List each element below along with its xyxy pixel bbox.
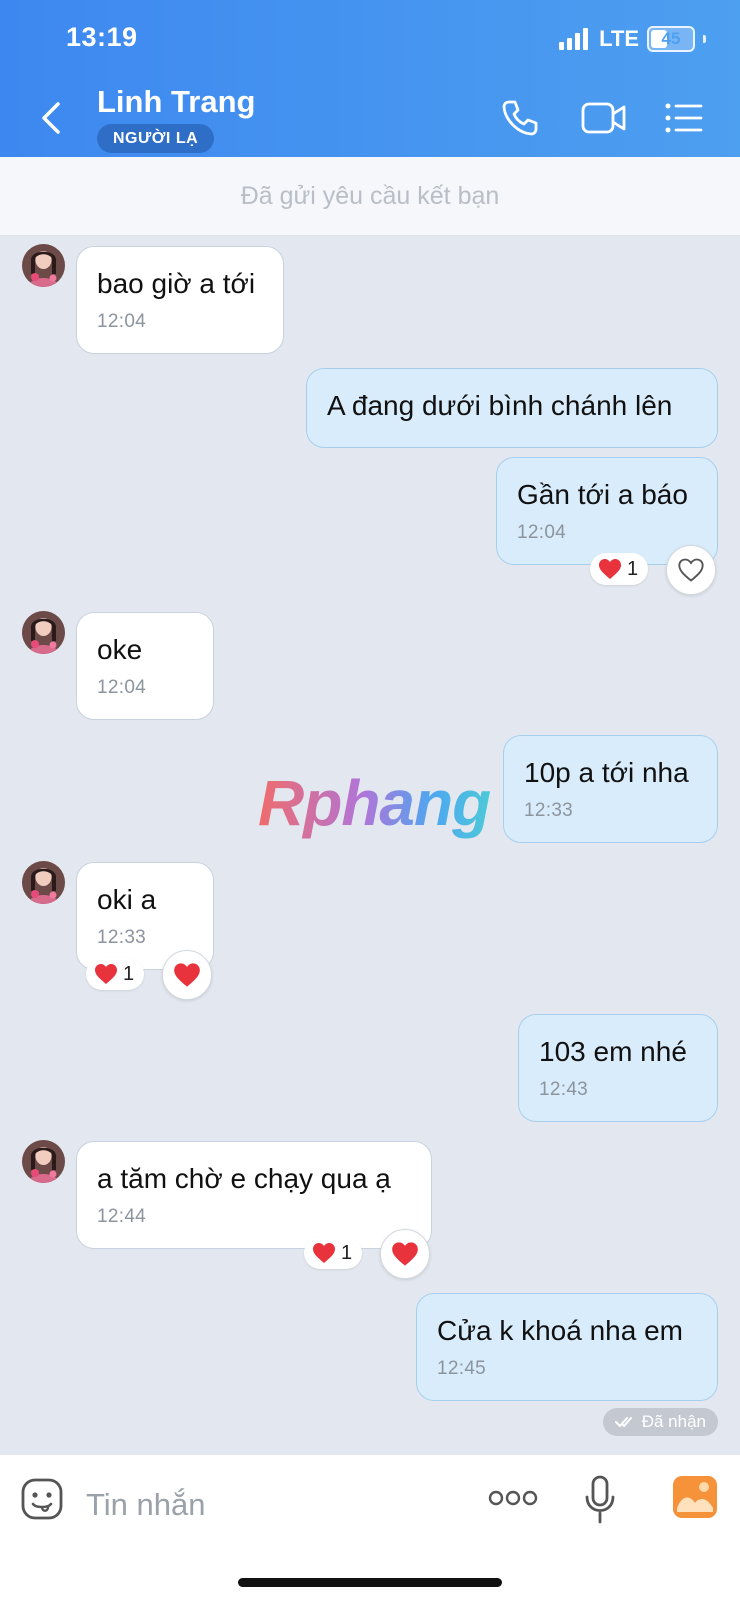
microphone-icon[interactable]: [584, 1475, 616, 1525]
message-bubble-outgoing[interactable]: A đang dưới bình chánh lên: [306, 368, 718, 448]
heart-icon: [94, 963, 118, 985]
message-time: 12:45: [437, 1358, 487, 1379]
battery-icon: 45: [647, 26, 695, 52]
message-text: oki a: [97, 884, 157, 915]
message-bubble-outgoing[interactable]: 103 em nhé 12:43: [518, 1014, 718, 1122]
react-button[interactable]: [666, 545, 716, 595]
heart-icon: [598, 558, 622, 580]
delivery-status: Đã nhận: [602, 1408, 718, 1436]
message-time: 12:04: [97, 311, 147, 332]
network-type: LTE: [599, 26, 639, 51]
message-bubble-incoming[interactable]: oke 12:04: [76, 612, 214, 720]
phone-icon[interactable]: [498, 96, 542, 140]
contact-avatar[interactable]: [22, 861, 65, 904]
reaction-summary[interactable]: 1: [304, 1237, 363, 1269]
heart-icon: [312, 1242, 336, 1264]
message-text: bao giờ a tới: [97, 268, 256, 299]
stranger-badge: NGƯỜI LẠ: [97, 124, 215, 153]
double-check-icon: [614, 1417, 632, 1427]
home-indicator: [238, 1578, 502, 1587]
message-time: 12:43: [539, 1079, 589, 1100]
heart-icon: [391, 1241, 419, 1267]
sticker-icon[interactable]: [20, 1477, 64, 1521]
react-button[interactable]: [380, 1229, 430, 1279]
message-text: 103 em nhé: [539, 1036, 687, 1067]
message-text: a tăm chờ e chạy qua ạ: [97, 1163, 391, 1194]
reaction-count: 1: [627, 557, 639, 580]
signal-icon: [559, 28, 589, 50]
message-time: 12:33: [97, 927, 147, 948]
reaction-summary[interactable]: 1: [590, 553, 649, 585]
contact-avatar[interactable]: [22, 611, 65, 654]
message-text: A đang dưới bình chánh lên: [327, 390, 673, 421]
contact-avatar[interactable]: [22, 1140, 65, 1183]
reaction-summary[interactable]: 1: [86, 958, 145, 990]
watermark: Rphang: [258, 767, 491, 839]
message-input[interactable]: [84, 1479, 448, 1531]
menu-list-icon[interactable]: [664, 96, 704, 140]
reaction-count: 1: [123, 962, 135, 985]
battery-nub: [703, 35, 706, 43]
contact-avatar[interactable]: [22, 244, 65, 287]
message-bubble-outgoing[interactable]: Cửa k khoá nha em 12:45: [416, 1293, 718, 1401]
back-icon[interactable]: [34, 96, 68, 140]
video-call-icon[interactable]: [580, 96, 628, 140]
heart-icon: [173, 962, 201, 988]
heart-outline-icon: [678, 558, 704, 582]
react-button[interactable]: [162, 950, 212, 1000]
message-bubble-outgoing[interactable]: 10p a tới nha 12:33: [503, 735, 718, 843]
status-time: 13:19: [66, 22, 138, 52]
delivery-status-text: Đã nhận: [641, 1412, 706, 1431]
message-text: oke: [97, 634, 143, 665]
status-indicators: LTE 45: [559, 24, 706, 54]
message-text: Gần tới a báo: [517, 479, 688, 510]
message-time: 12:33: [524, 800, 574, 821]
battery-percent: 45: [661, 29, 681, 48]
message-bubble-incoming[interactable]: a tăm chờ e chạy qua ạ 12:44: [76, 1141, 432, 1249]
friend-request-banner: Đã gửi yêu cầu kết bạn: [0, 157, 740, 236]
message-text: Cửa k khoá nha em: [437, 1315, 683, 1346]
image-icon[interactable]: [672, 1475, 718, 1519]
message-time: 12:04: [97, 677, 147, 698]
message-bubble-incoming[interactable]: bao giờ a tới 12:04: [76, 246, 284, 354]
message-time: 12:04: [517, 522, 567, 543]
message-text: 10p a tới nha: [524, 757, 689, 788]
message-time: 12:44: [97, 1206, 147, 1227]
more-icon[interactable]: [488, 1489, 538, 1507]
contact-name[interactable]: Linh Trang: [97, 84, 255, 120]
reaction-count: 1: [341, 1241, 353, 1264]
